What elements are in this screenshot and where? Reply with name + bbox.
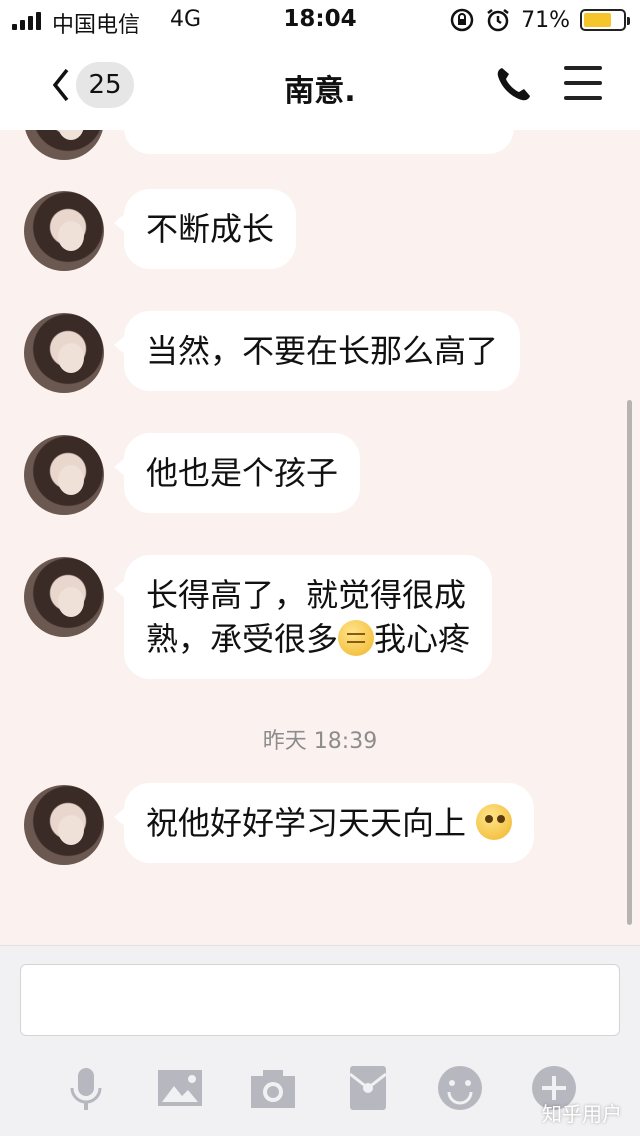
message-text-line: 长得高了，就觉得很成 <box>146 576 467 614</box>
rotation-lock-icon <box>450 8 474 32</box>
avatar[interactable] <box>24 785 104 865</box>
red-packet-icon[interactable] <box>344 1064 392 1112</box>
message-bubble[interactable]: 他也是个孩子 <box>113 433 361 513</box>
scrollbar[interactable] <box>627 400 632 925</box>
avatar[interactable] <box>24 557 104 637</box>
message-input[interactable] <box>20 964 620 1036</box>
message-text: 当然，不要在长那么高了 <box>146 332 499 370</box>
message-bubble-partial <box>124 130 514 154</box>
avatar[interactable] <box>24 130 104 160</box>
status-right: 71% <box>449 6 630 34</box>
watermark: 知乎用户 <box>542 1102 622 1126</box>
message-text: 我心疼 <box>374 620 471 658</box>
status-bar: 中国电信 4G 18:04 71% <box>0 0 640 40</box>
message-bubble[interactable]: 祝他好好学习天天向上 <box>113 783 535 863</box>
image-icon[interactable] <box>156 1064 204 1112</box>
message-timestamp: 昨天 18:39 <box>262 729 378 754</box>
avatar[interactable] <box>24 435 104 515</box>
cute-emoji-icon <box>476 804 513 840</box>
sad-emoji-icon <box>338 620 375 656</box>
message-bubble[interactable]: 当然，不要在长那么高了 <box>113 311 521 391</box>
message-list[interactable]: 不断成长 当然，不要在长那么高了 他也是个孩子 长得高了，就觉得很成 熟，承受很… <box>0 130 640 945</box>
chat-title: 南意. <box>284 74 356 109</box>
message-text: 祝他好好学习天天向上 <box>146 804 467 842</box>
microphone-icon[interactable] <box>62 1064 110 1112</box>
camera-icon[interactable] <box>249 1064 297 1112</box>
message-text: 不断成长 <box>146 210 275 248</box>
message-bubble[interactable]: 长得高了，就觉得很成 熟，承受很多 我心疼 <box>113 555 493 679</box>
emoji-icon[interactable] <box>436 1064 484 1112</box>
battery-icon <box>580 9 630 31</box>
avatar[interactable] <box>24 313 104 393</box>
message-bubble[interactable]: 不断成长 <box>113 189 297 269</box>
avatar[interactable] <box>24 191 104 271</box>
message-text: 他也是个孩子 <box>146 454 339 492</box>
menu-button[interactable] <box>564 66 602 102</box>
battery-percent: 71% <box>521 7 570 33</box>
alarm-icon <box>487 9 509 32</box>
message-text: 熟，承受很多 <box>146 620 339 658</box>
phone-icon[interactable] <box>494 64 534 104</box>
chat-header: 25 南意. <box>0 40 640 130</box>
